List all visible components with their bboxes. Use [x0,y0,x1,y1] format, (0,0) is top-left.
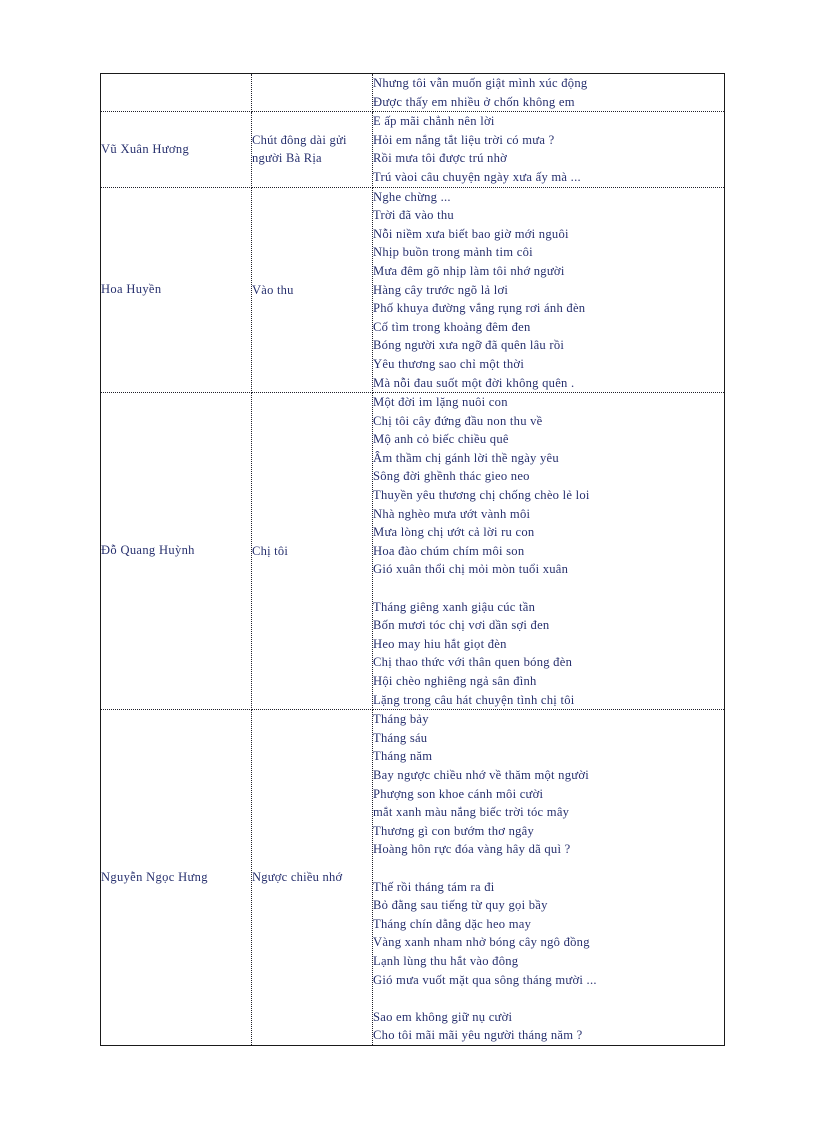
poem-line: Mà nỗi đau suốt một đời không quên . [373,375,575,390]
poem-title: Chút đông dài gửi người Bà Rịa [252,133,347,166]
stanza: Nghe chừng ... Trời đã vào thu Nỗi niềm … [373,188,724,393]
table-row: Nhưng tôi vẫn muốn giật mình xúc động Đư… [100,73,725,113]
poem-line: Bóng người xưa ngỡ đã quên lâu rồi [373,338,565,353]
poem-line: Yêu thương sao chỉ một thời [373,356,525,371]
stanza: Tháng bảy Tháng sáu Tháng năm Bay ngược … [373,710,724,859]
poem-line: Hàng cây trước ngõ lả lơi [373,282,509,297]
poem-line: Nhịp buồn trong mảnh tim côi [373,245,533,260]
author-name: Nguyễn Ngọc Hưng [101,869,208,884]
poem-line: Vàng xanh nham nhở bóng cây ngô đồng [373,935,590,950]
poem-line: Hỏi em nắng tắt liệu trời có mưa ? [373,132,555,147]
poem-line: Thế rồi tháng tám ra đi [373,879,495,894]
poem-line: Lặng trong câu hát chuyện tình chị tôi [373,692,575,707]
poem-title: Vào thu [252,282,294,297]
poem-line: Một đời im lặng nuôi con [373,395,508,410]
stanza: Nhưng tôi vẫn muốn giật mình xúc động Đư… [373,74,724,111]
table-row: Hoa Huyền Vào thu Nghe chừng ... Trời đã… [100,187,725,394]
cell-poem-text: Nghe chừng ... Trời đã vào thu Nỗi niềm … [372,187,725,394]
stanza: Một đời im lặng nuôi con Chị tôi cây đứn… [373,393,724,579]
poem-line: E ấp mãi chẳnh nên lời [373,114,495,129]
poem-line: Phố khuya đường vắng rụng rơi ánh đèn [373,301,586,316]
poem-line: Mộ anh cỏ biếc chiều quê [373,432,509,447]
poem-line: Được thấy em nhiều ở chốn không em [373,94,575,109]
poem-line: Bốn mươi tóc chị vơi dần sợi đen [373,618,550,633]
poem-line: Hội chèo nghiêng ngả sân đình [373,674,537,688]
poem-line: Cho tôi mãi mãi yêu người tháng năm ? [373,1028,583,1043]
poem-line: Tháng sáu [373,730,428,745]
poem-line: Sông đời ghềnh thác gieo neo [373,469,530,484]
cell-poem-text: E ấp mãi chẳnh nên lời Hỏi em nắng tắt l… [372,111,725,188]
poem-line: Sao em không giữ nụ cười [373,1009,513,1024]
stanza: Thế rồi tháng tám ra đi Bỏ đằng sau tiến… [373,878,724,990]
poem-line: Heo may hiu hắt giọt đèn [373,636,507,651]
poem-title: Chị tôi [252,544,289,559]
poem-line: Thương gì con bướm thơ ngây [373,823,535,838]
page-canvas: Nhưng tôi vẫn muốn giật mình xúc động Đư… [0,0,816,1123]
cell-author: Vũ Xuân Hương [100,111,252,188]
cell-title: Chị tôi [251,392,373,711]
table-row: Nguyễn Ngọc Hưng Ngược chiều nhớ Tháng b… [100,709,725,1046]
poem-line: Nỗi niềm xưa biết bao giờ mới nguôi [373,226,569,241]
poem-line: Trú vàoi câu chuyện ngày xưa ấy mà ... [373,169,581,184]
cell-title: Chút đông dài gửi người Bà Rịa [251,111,373,188]
stanza: Sao em không giữ nụ cười Cho tôi mãi mãi… [373,1008,724,1045]
poem-line: Rồi mưa tôi được trú nhờ [373,151,508,166]
poem-line: Mưa đêm gõ nhịp làm tôi nhớ người [373,263,565,278]
poem-line: Lạnh lùng thu hắt vào đông [373,953,519,968]
cell-author: Đỗ Quang Huỳnh [100,392,252,711]
cell-author: Nguyễn Ngọc Hưng [100,709,252,1046]
poem-line: Hoàng hôn rực đóa vàng hây dã quì ? [373,842,571,857]
table-row: Đỗ Quang Huỳnh Chị tôi Một đời im lặng n… [100,392,725,711]
poem-line: Chị thao thức với thân quen bóng đèn [373,655,573,670]
poem-line: Hoa đào chúm chím môi son [373,543,525,558]
cell-title: Ngược chiều nhớ [251,709,373,1046]
poem-line: Âm thầm chị gánh lời thề ngày yêu [373,450,559,465]
poem-line: Phượng son khoe cánh môi cười [373,786,544,801]
cell-author: Hoa Huyền [100,187,252,394]
poem-line: mắt xanh màu nắng biếc trời tóc mây [373,805,570,820]
poem-line: Tháng bảy [373,712,429,727]
author-name: Đỗ Quang Huỳnh [101,543,195,558]
cell-poem-text: Một đời im lặng nuôi con Chị tôi cây đứn… [372,392,725,711]
poem-line: Trời đã vào thu [373,208,454,223]
cell-title: Vào thu [251,187,373,394]
stanza: E ấp mãi chẳnh nên lời Hỏi em nắng tắt l… [373,112,724,186]
poem-line: Tháng chín dằng dặc heo may [373,916,532,931]
poem-title: Ngược chiều nhớ [252,870,343,885]
poem-line: Mưa lòng chị ướt cả lời ru con [373,525,535,540]
poem-line: Nhưng tôi vẫn muốn giật mình xúc động [373,76,588,90]
cell-poem-text: Nhưng tôi vẫn muốn giật mình xúc động Đư… [372,73,725,113]
author-name: Hoa Huyền [101,281,162,296]
poem-line: Nghe chừng ... [373,189,451,204]
poem-line: Nhà nghèo mưa ướt vành môi [373,506,531,521]
poem-line: Bỏ đằng sau tiếng từ quy gọi bầy [373,898,548,913]
cell-author [100,73,252,113]
author-name: Vũ Xuân Hương [101,141,190,156]
table-row: Vũ Xuân Hương Chút đông dài gửi người Bà… [100,111,725,188]
poem-line: Tháng giêng xanh giậu cúc tần [373,599,536,614]
poem-line: Gió xuân thổi chị mỏi mòn tuổi xuân [373,562,569,577]
cell-poem-text: Tháng bảy Tháng sáu Tháng năm Bay ngược … [372,709,725,1046]
poem-line: Bay ngược chiều nhớ về thăm một người [373,767,590,782]
poem-line: Chị tôi cây đứng đầu non thu về [373,413,543,428]
poem-anthology-table: Nhưng tôi vẫn muốn giật mình xúc động Đư… [100,73,725,1046]
poem-line: Thuyền yêu thương chị chống chèo lẻ loi [373,488,590,503]
cell-title [251,73,373,113]
table-body: Nhưng tôi vẫn muốn giật mình xúc động Đư… [100,73,725,1046]
poem-line: Gió mưa vuốt mặt qua sông tháng mười ... [373,972,597,987]
poem-line: Tháng năm [373,749,433,764]
stanza: Tháng giêng xanh giậu cúc tần Bốn mươi t… [373,598,724,710]
poem-line: Cố tìm trong khoảng đêm đen [373,319,531,334]
